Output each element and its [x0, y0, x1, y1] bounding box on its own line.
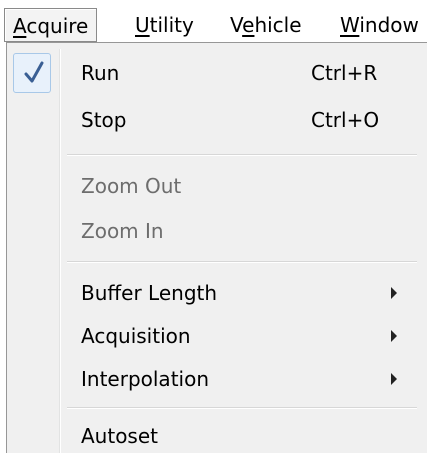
menu-item-stop[interactable]: Stop Ctrl+O [7, 98, 422, 142]
menu-item-zoom-out[interactable]: Zoom Out [7, 164, 422, 208]
menu-item-buffer-length[interactable]: Buffer Length [7, 271, 422, 315]
menu-item-run[interactable]: Run Ctrl+R [7, 51, 422, 95]
menu-item-label: Zoom Out [81, 174, 182, 198]
menu-item-interpolation[interactable]: Interpolation [7, 357, 422, 401]
menu-separator [67, 154, 417, 156]
menu-item-label: Stop [81, 108, 127, 132]
menu-item-autoset[interactable]: Autoset [7, 414, 422, 458]
menu-item-label: Run [81, 61, 120, 85]
menu-item-acquisition[interactable]: Acquisition [7, 314, 422, 358]
menu-item-label: Acquisition [81, 324, 191, 348]
menu-utility[interactable]: Utility [126, 8, 203, 42]
acquire-dropdown-menu: Run Ctrl+R Stop Ctrl+O Zoom Out Zoom In … [6, 42, 427, 453]
submenu-arrow-icon [391, 373, 397, 385]
menu-acquire[interactable]: Acquire [4, 8, 98, 42]
menu-item-label: Zoom In [81, 219, 164, 243]
menu-separator [67, 261, 417, 263]
menu-item-label: Buffer Length [81, 281, 218, 305]
menu-item-zoom-in[interactable]: Zoom In [7, 209, 422, 253]
submenu-arrow-icon [391, 330, 397, 342]
menu-vehicle[interactable]: Vehicle [221, 8, 311, 42]
menu-item-label: Autoset [81, 424, 159, 448]
menu-item-label: Interpolation [81, 367, 209, 391]
menu-window[interactable]: Window [331, 8, 427, 42]
menu-separator [67, 407, 417, 409]
menu-bar: Acquire Utility Vehicle Window [0, 0, 427, 46]
menu-item-shortcut: Ctrl+R [311, 61, 378, 85]
menu-item-shortcut: Ctrl+O [311, 108, 380, 132]
check-highlight [13, 53, 51, 93]
checkmark-icon [24, 61, 44, 83]
submenu-arrow-icon [391, 287, 397, 299]
